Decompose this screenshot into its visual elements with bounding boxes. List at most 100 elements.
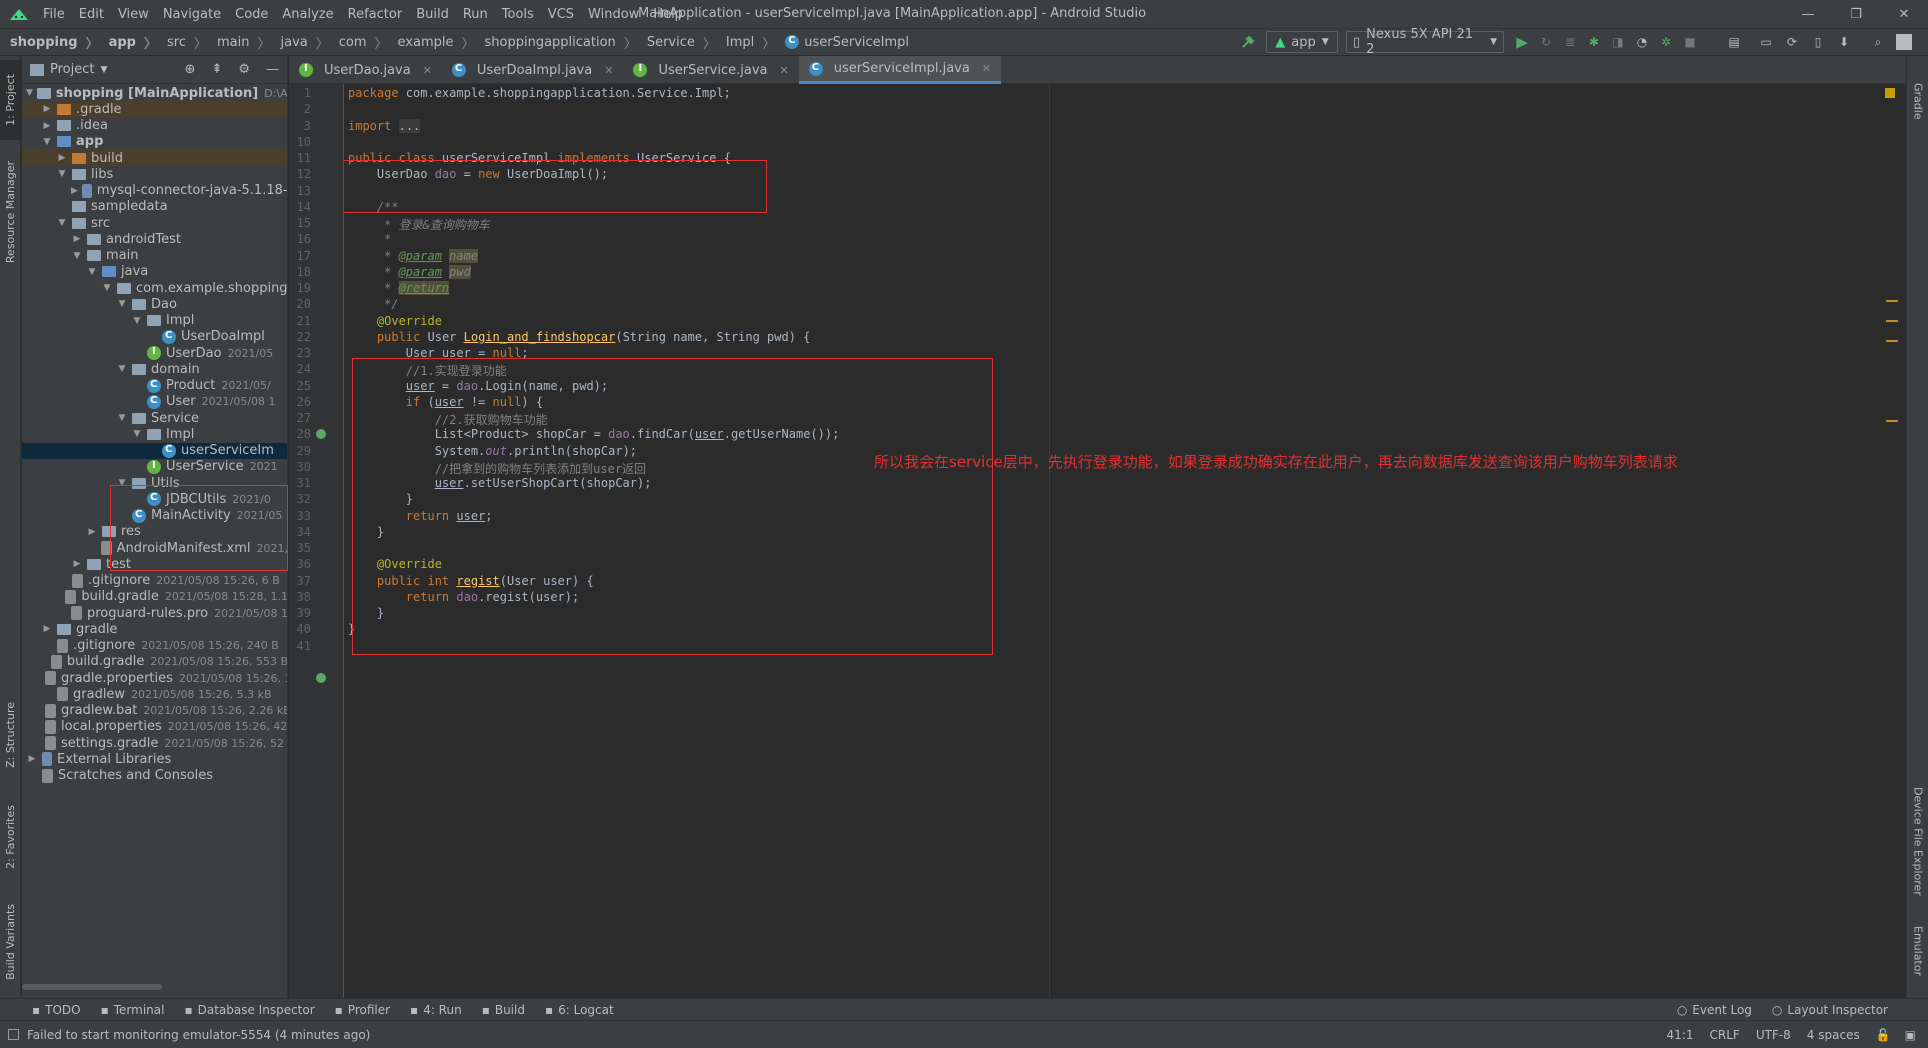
horizontal-scrollbar[interactable] <box>22 984 162 990</box>
tree-item[interactable]: .gitignore 2021/05/08 15:26, 240 B <box>22 638 287 654</box>
editor-tab[interactable]: userServiceImpl.java ✕ <box>798 56 1002 84</box>
tree-item[interactable]: userServiceIm <box>22 442 287 459</box>
breadcrumb-item[interactable]: shoppingapplication 〉 <box>475 33 637 52</box>
tab-emulator[interactable]: Emulator <box>1907 916 1928 986</box>
line-separator[interactable]: CRLF <box>1710 1028 1740 1042</box>
breadcrumb-item[interactable]: Service 〉 <box>637 33 716 52</box>
bottom-tab[interactable]: ▪ Terminal <box>91 1003 175 1017</box>
collapsed-arrow-icon[interactable]: ▶ <box>26 753 38 765</box>
menu-refactor[interactable]: Refactor <box>341 7 410 22</box>
menu-analyze[interactable]: Analyze <box>275 7 340 22</box>
tree-item[interactable]: ▼ Impl <box>22 426 287 442</box>
collapsed-arrow-icon[interactable]: ▶ <box>41 623 53 635</box>
tree-item[interactable]: Product 2021/05/ <box>22 378 287 394</box>
collapsed-arrow-icon[interactable]: ▶ <box>56 152 68 164</box>
breadcrumb-item[interactable]: app 〉 <box>99 33 157 52</box>
bottom-tab[interactable]: ▪ Profiler <box>325 1003 400 1017</box>
tree-item[interactable]: ▶ .idea <box>22 118 287 134</box>
menu-vcs[interactable]: VCS <box>541 7 581 22</box>
close-window-button[interactable]: ✕ <box>1880 0 1928 28</box>
close-tab-icon[interactable]: ✕ <box>604 64 613 77</box>
tree-item[interactable]: ▶ .gradle <box>22 101 287 118</box>
expanded-arrow-icon[interactable]: ▼ <box>116 298 128 310</box>
expanded-arrow-icon[interactable]: ▼ <box>56 217 68 229</box>
hide-icon[interactable]: — <box>266 62 279 77</box>
avd-manager-icon[interactable]: ▯ <box>1808 31 1828 53</box>
menu-run[interactable]: Run <box>456 7 495 22</box>
debug-icon[interactable]: ✱ <box>1584 31 1604 53</box>
sync-gradle-icon[interactable]: ⟳ <box>1782 31 1802 53</box>
breadcrumb-item[interactable]: shopping 〉 <box>0 33 99 52</box>
tab-gradle[interactable]: Gradle <box>1907 66 1928 136</box>
collapsed-arrow-icon[interactable]: ▶ <box>71 233 83 245</box>
run-config-select[interactable]: ▲ app ▼ <box>1266 31 1338 53</box>
tree-item[interactable]: ▼ Dao <box>22 296 287 312</box>
stop-icon[interactable]: ■ <box>1680 31 1700 53</box>
collapsed-arrow-icon[interactable]: ▶ <box>71 185 78 197</box>
tree-item[interactable]: ▶ build <box>22 150 287 166</box>
breadcrumb-item[interactable]: java 〉 <box>270 33 328 52</box>
tree-item[interactable]: ▼ java <box>22 264 287 280</box>
tree-item[interactable]: ▶ mysql-connector-java-5.1.18-b <box>22 183 287 199</box>
tab-favorites[interactable]: 2: Favorites <box>0 792 21 882</box>
expanded-arrow-icon[interactable]: ▼ <box>71 250 83 262</box>
tree-item[interactable]: ▶ External Libraries <box>22 751 287 767</box>
expanded-arrow-icon[interactable]: ▼ <box>101 282 113 294</box>
attach-debugger-icon[interactable]: ✲ <box>1656 31 1676 53</box>
collapsed-arrow-icon[interactable]: ▶ <box>86 526 98 538</box>
expanded-arrow-icon[interactable]: ▼ <box>116 363 128 375</box>
tree-item[interactable]: ▼ shopping [MainApplication] D:\Andro <box>22 85 287 101</box>
make-project-icon[interactable] <box>1238 31 1258 53</box>
breadcrumb-item[interactable]: userServiceImpl <box>775 33 909 52</box>
run-icon[interactable]: ▶ <box>1512 31 1532 53</box>
error-stripe-mark[interactable] <box>1886 300 1898 302</box>
editor-tab[interactable]: UserDoaImpl.java ✕ <box>442 56 624 84</box>
indent-setting[interactable]: 4 spaces <box>1807 1028 1860 1042</box>
tree-item[interactable]: ▶ androidTest <box>22 231 287 247</box>
tab-project[interactable]: 1: Project <box>0 60 21 140</box>
coverage-icon[interactable]: ◨ <box>1608 31 1628 53</box>
breadcrumb-item[interactable]: src 〉 <box>157 33 207 52</box>
tab-structure[interactable]: Z: Structure <box>0 692 21 778</box>
bottom-tab[interactable]: ○ Layout Inspector <box>1762 1003 1898 1017</box>
maximize-button[interactable]: ❐ <box>1832 0 1880 28</box>
breadcrumb-item[interactable]: main 〉 <box>207 33 271 52</box>
menu-tools[interactable]: Tools <box>495 7 541 22</box>
expanded-arrow-icon[interactable]: ▼ <box>131 315 143 327</box>
tree-item[interactable]: gradlew.bat 2021/05/08 15:26, 2.26 kB <box>22 703 287 719</box>
menu-navigate[interactable]: Navigate <box>156 7 228 22</box>
warning-marker[interactable] <box>1885 88 1895 98</box>
close-tab-icon[interactable]: ✕ <box>982 62 991 75</box>
expanded-arrow-icon[interactable]: ▼ <box>41 136 53 148</box>
project-structure-icon[interactable]: ▤ <box>1724 31 1744 53</box>
menu-build[interactable]: Build <box>409 7 456 22</box>
locate-icon[interactable]: ⊕ <box>185 62 196 77</box>
error-stripe-mark[interactable] <box>1886 320 1898 322</box>
tab-build-variants[interactable]: Build Variants <box>0 892 21 992</box>
collapsed-arrow-icon[interactable]: ▶ <box>41 120 53 132</box>
breadcrumb-item[interactable]: Impl 〉 <box>716 33 775 52</box>
menu-window[interactable]: Window <box>581 7 646 22</box>
expanded-arrow-icon[interactable]: ▼ <box>86 266 98 278</box>
search-icon[interactable]: ⌕ <box>1868 31 1888 53</box>
caret-position[interactable]: 41:1 <box>1667 1028 1694 1042</box>
memory-indicator-icon[interactable]: ▣ <box>1905 1028 1916 1042</box>
breadcrumb-item[interactable]: example 〉 <box>388 33 475 52</box>
close-tab-icon[interactable]: ✕ <box>779 64 788 77</box>
expanded-arrow-icon[interactable]: ▼ <box>131 428 143 440</box>
tree-item[interactable]: proguard-rules.pro 2021/05/08 1 <box>22 605 287 621</box>
collapsed-arrow-icon[interactable]: ▶ <box>71 558 83 570</box>
apply-code-changes-icon[interactable]: ≣ <box>1560 31 1580 53</box>
tab-device-file-explorer[interactable]: Device File Explorer <box>1907 776 1928 906</box>
collapse-all-icon[interactable]: ⇞ <box>211 62 222 77</box>
tree-item[interactable]: ▶ gradle <box>22 621 287 637</box>
file-encoding[interactable]: UTF-8 <box>1756 1028 1791 1042</box>
tree-item[interactable]: ▼ Impl <box>22 313 287 329</box>
code-editor[interactable]: package com.example.shoppingapplication.… <box>344 84 1906 998</box>
override-marker-icon[interactable] <box>316 429 326 440</box>
tree-item[interactable]: .gitignore 2021/05/08 15:26, 6 B <box>22 573 287 589</box>
user-avatar-icon[interactable] <box>1896 34 1912 50</box>
expanded-arrow-icon[interactable]: ▼ <box>116 412 128 424</box>
bottom-tab[interactable]: ○ Event Log <box>1667 1003 1762 1017</box>
tree-item[interactable]: ▼ com.example.shopping <box>22 280 287 296</box>
